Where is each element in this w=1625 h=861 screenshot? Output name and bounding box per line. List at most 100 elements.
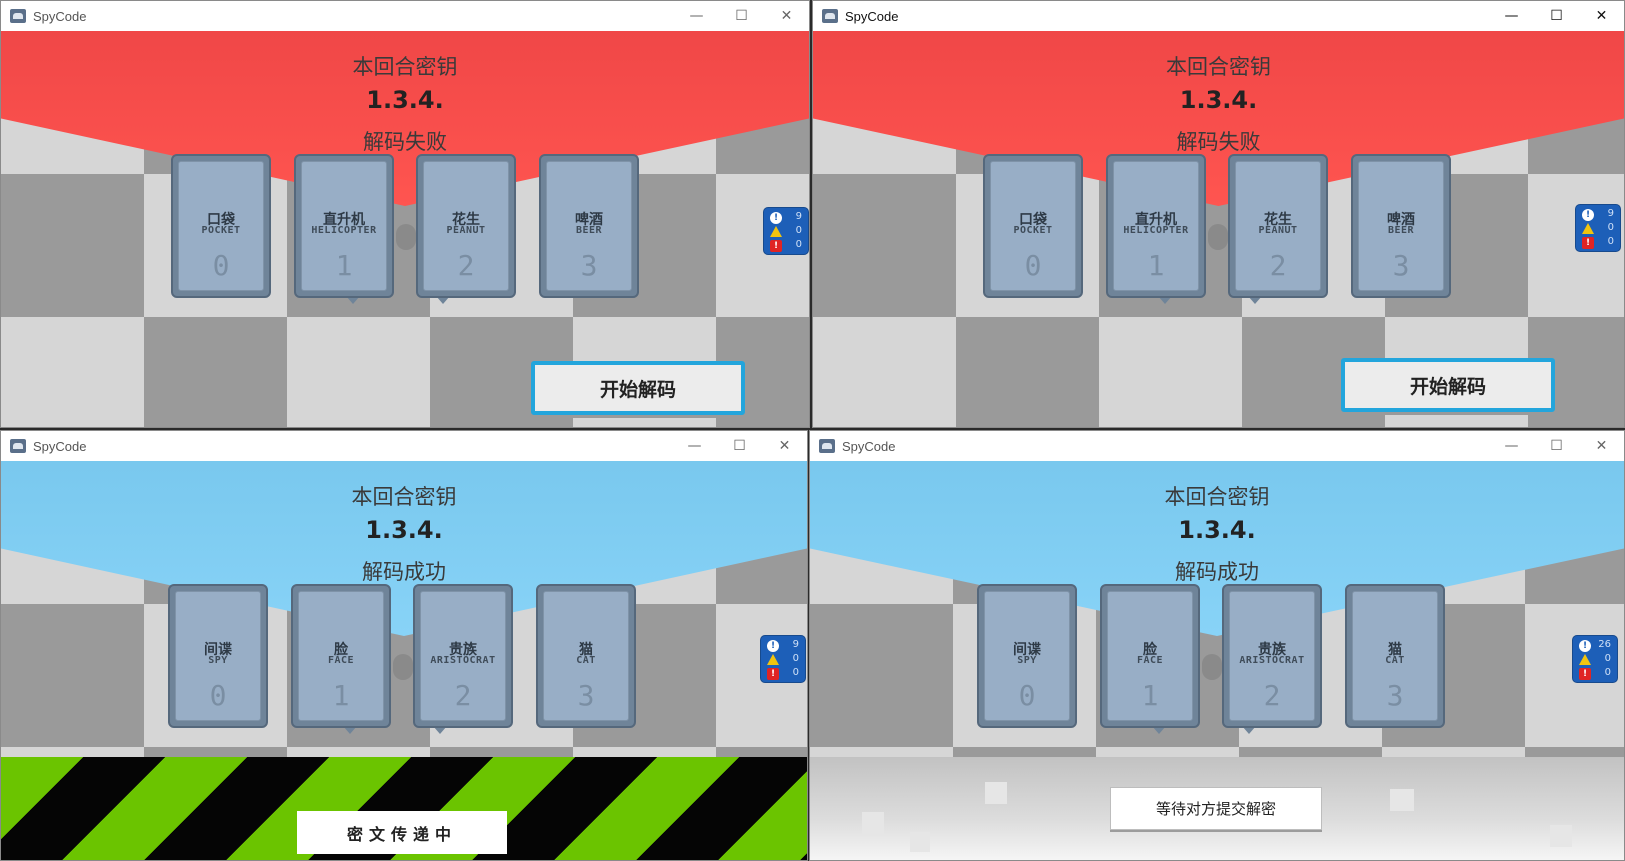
maximize-icon[interactable]: ☐ (719, 1, 764, 31)
game-area: 本回合密钥 1.3.4. 解码成功 间谍 SPY 0 脸 FACE 1 贵族 A… (1, 461, 807, 860)
card-connector (393, 654, 413, 680)
close-icon[interactable]: ✕ (1579, 1, 1624, 31)
card-word-en: PEANUT (1258, 225, 1298, 236)
decor-square (1390, 789, 1414, 811)
maximize-icon[interactable]: ☐ (1534, 1, 1579, 31)
decor-square (985, 782, 1007, 804)
word-cards: 间谍 SPY 0 脸 FACE 1 贵族 ARISTOCRAT 2 猫 CAT … (168, 584, 638, 734)
maximize-icon[interactable]: ☐ (1534, 431, 1579, 461)
window-title: SpyCode (33, 438, 87, 454)
word-card: 贵族 ARISTOCRAT 2 (413, 584, 513, 728)
title-bar[interactable]: SpyCode — ☐ ✕ (1, 431, 807, 461)
stats-panel: ! 26 0 ! 0 (1572, 635, 1618, 683)
stat-warn-count: 0 (795, 225, 802, 236)
card-word-en: ARISTOCRAT (1239, 655, 1305, 666)
round-key-value: 1.3.4. (1179, 86, 1258, 114)
card-number: 1 (1147, 249, 1165, 282)
waiting-footer: 等待对方提交解密 (810, 757, 1624, 860)
card-connector (1208, 224, 1228, 250)
decor-square (910, 832, 930, 852)
card-word-en: BEER (575, 225, 603, 236)
stat-warn-count: 0 (792, 653, 799, 664)
word-card: 猫 CAT 3 (536, 584, 636, 728)
card-word-en: HELICOPTER (1123, 225, 1189, 236)
word-card: 花生 PEANUT 2 (416, 154, 516, 298)
word-cards: 口袋 POCKET 0 直升机 HELICOPTER 1 花生 PEANUT 2… (983, 154, 1453, 304)
card-word-en: POCKET (1013, 225, 1053, 236)
game-window-top-right: SpyCode — ☐ ✕ 本回合密钥 1.3.4. 解码失败 口袋 POCKE… (812, 0, 1625, 428)
warning-triangle-icon (770, 226, 782, 237)
card-word-en: CAT (1385, 655, 1405, 666)
minimize-icon[interactable]: — (672, 431, 717, 461)
stat-info-count: 26 (1598, 639, 1611, 650)
word-card: 花生 PEANUT 2 (1228, 154, 1328, 298)
round-key-title: 本回合密钥 (352, 55, 458, 79)
word-card: 口袋 POCKET 0 (171, 154, 271, 298)
round-key-title: 本回合密钥 (1164, 485, 1270, 509)
stats-panel: ! 9 0 ! 0 (763, 207, 809, 255)
close-icon[interactable]: ✕ (762, 431, 807, 461)
card-number: 0 (212, 249, 230, 282)
stat-error-count: 0 (1607, 236, 1614, 247)
waiting-status: 等待对方提交解密 (1110, 787, 1322, 830)
card-number: 2 (1269, 249, 1287, 282)
start-decode-button[interactable]: 开始解码 (531, 361, 745, 415)
stat-error-count: 0 (792, 667, 799, 678)
title-bar[interactable]: SpyCode — ☐ ✕ (813, 1, 1624, 31)
maximize-icon[interactable]: ☐ (717, 431, 762, 461)
word-card: 脸 FACE 1 (1100, 584, 1200, 728)
card-number: 3 (580, 249, 598, 282)
round-key-value: 1.3.4. (365, 516, 443, 544)
game-area: 本回合密钥 1.3.4. 解码失败 口袋 POCKET 0 直升机 HELICO… (1, 31, 809, 427)
warning-triangle-icon (1582, 223, 1594, 234)
minimize-icon[interactable]: — (1489, 1, 1534, 31)
window-title: SpyCode (842, 438, 896, 454)
round-key-value: 1.3.4. (366, 86, 444, 114)
app-icon (10, 9, 26, 23)
card-number: 1 (1141, 679, 1159, 712)
close-icon[interactable]: ✕ (1579, 431, 1624, 461)
card-number: 0 (1024, 249, 1042, 282)
card-number: 2 (454, 679, 472, 712)
game-area: 本回合密钥 1.3.4. 解码成功 间谍 SPY 0 脸 FACE 1 贵族 A… (810, 461, 1624, 860)
card-number: 1 (332, 679, 350, 712)
card-word-en: POCKET (201, 225, 241, 236)
error-square-icon: ! (767, 668, 779, 680)
title-bar[interactable]: SpyCode — ☐ ✕ (810, 431, 1624, 461)
exclamation-circle-icon: ! (1579, 640, 1591, 652)
word-card: 口袋 POCKET 0 (983, 154, 1083, 298)
word-card: 直升机 HELICOPTER 1 (1106, 154, 1206, 298)
warning-triangle-icon (1579, 654, 1591, 665)
round-key-title: 本回合密钥 (351, 485, 457, 509)
card-number: 0 (1018, 679, 1036, 712)
card-word-en: SPY (208, 655, 228, 666)
stat-warn-count: 0 (1604, 653, 1611, 664)
exclamation-circle-icon: ! (1582, 209, 1594, 221)
card-number: 3 (1386, 679, 1404, 712)
minimize-icon[interactable]: — (674, 1, 719, 31)
app-icon (819, 439, 835, 453)
close-icon[interactable]: ✕ (764, 1, 809, 31)
stat-info-count: 9 (1607, 208, 1614, 219)
card-number: 2 (1263, 679, 1281, 712)
round-key-value: 1.3.4. (1178, 516, 1256, 544)
stat-error-count: 0 (795, 239, 802, 250)
start-decode-button[interactable]: 开始解码 (1341, 358, 1555, 412)
card-word-en: SPY (1017, 655, 1037, 666)
title-bar[interactable]: SpyCode — ☐ ✕ (1, 1, 809, 31)
word-cards: 口袋 POCKET 0 直升机 HELICOPTER 1 花生 PEANUT 2… (171, 154, 641, 304)
stats-panel: ! 9 0 ! 0 (760, 635, 806, 683)
stats-panel: ! 9 0 ! 0 (1575, 204, 1621, 252)
game-window-bottom-right: SpyCode — ☐ ✕ 本回合密钥 1.3.4. 解码成功 间谍 SPY 0… (809, 430, 1625, 861)
word-card: 猫 CAT 3 (1345, 584, 1445, 728)
word-card: 直升机 HELICOPTER 1 (294, 154, 394, 298)
warning-triangle-icon (767, 654, 779, 665)
card-word-en: ARISTOCRAT (430, 655, 496, 666)
card-word-en: PEANUT (446, 225, 486, 236)
card-word-en: BEER (1387, 225, 1415, 236)
stat-warn-count: 0 (1607, 222, 1614, 233)
minimize-icon[interactable]: — (1489, 431, 1534, 461)
error-square-icon: ! (1582, 237, 1594, 249)
round-key-title: 本回合密钥 (1166, 55, 1271, 79)
transmit-footer: 密文传递中 (1, 757, 807, 860)
